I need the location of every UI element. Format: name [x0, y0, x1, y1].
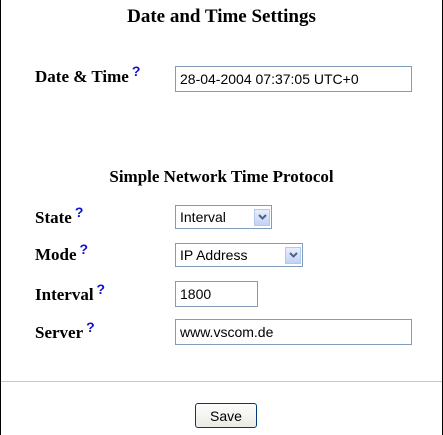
- page-title: Date and Time Settings: [127, 6, 316, 27]
- date-time-label: Date & Time: [35, 67, 129, 86]
- server-label: Server: [35, 323, 84, 342]
- state-label-group: State?: [35, 204, 83, 228]
- state-selected-value: Interval: [180, 209, 226, 225]
- state-select[interactable]: Interval: [175, 205, 272, 229]
- mode-label: Mode: [35, 245, 77, 264]
- date-time-label-group: Date & Time?: [35, 63, 140, 87]
- chevron-down-icon[interactable]: [285, 246, 301, 264]
- help-question-icon[interactable]: ?: [97, 281, 106, 297]
- server-label-group: Server?: [35, 319, 95, 343]
- mode-select[interactable]: IP Address: [175, 243, 303, 267]
- interval-label-group: Interval?: [35, 281, 105, 305]
- date-time-field[interactable]: 28-04-2004 07:37:05 UTC+0: [175, 66, 412, 92]
- interval-field[interactable]: 1800: [175, 281, 258, 307]
- server-field[interactable]: www.vscom.de: [175, 319, 412, 345]
- interval-label: Interval: [35, 285, 94, 304]
- save-button[interactable]: Save: [195, 403, 257, 428]
- frame-left-border: [0, 0, 1, 435]
- help-question-icon[interactable]: ?: [80, 241, 89, 257]
- mode-label-group: Mode?: [35, 241, 88, 265]
- state-label: State: [35, 208, 72, 227]
- chevron-down-icon[interactable]: [254, 208, 270, 226]
- help-question-icon[interactable]: ?: [132, 63, 141, 79]
- mode-selected-value: IP Address: [180, 247, 248, 263]
- section-title: Simple Network Time Protocol: [109, 167, 334, 186]
- divider: [1, 381, 442, 382]
- help-question-icon[interactable]: ?: [75, 204, 84, 220]
- help-question-icon[interactable]: ?: [86, 319, 95, 335]
